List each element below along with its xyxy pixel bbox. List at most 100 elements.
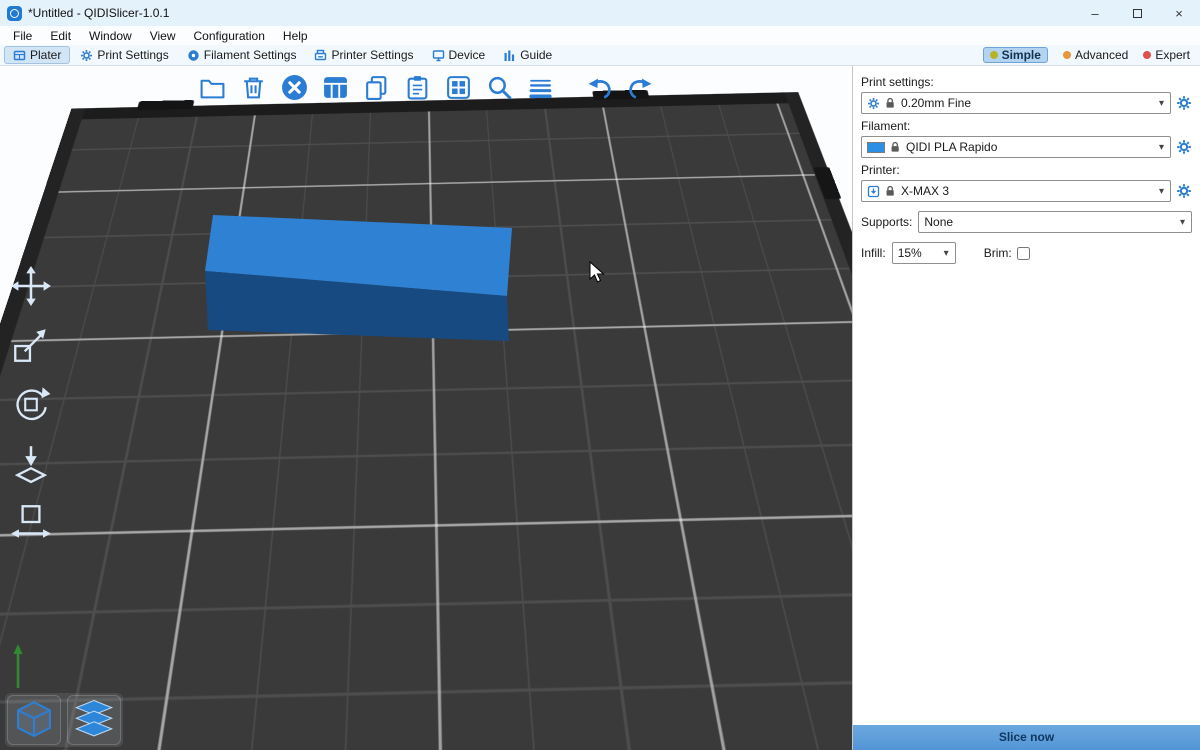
- printer-icon: [867, 185, 880, 198]
- scale-tool-button[interactable]: [8, 323, 54, 367]
- arrange-button[interactable]: [318, 70, 352, 104]
- chevron-down-icon: ▾: [1159, 186, 1166, 197]
- view-3d-icon: [11, 698, 57, 742]
- delete-all-button[interactable]: [277, 70, 311, 104]
- printer-combo[interactable]: X-MAX 3 ▾: [861, 180, 1171, 202]
- place-on-face-tool-button[interactable]: [8, 441, 54, 485]
- print-settings-combo[interactable]: 0.20mm Fine ▾: [861, 92, 1171, 114]
- menu-configuration[interactable]: Configuration: [185, 29, 274, 43]
- mode-selector: Simple Advanced Expert: [983, 47, 1200, 63]
- mode-label: Expert: [1155, 48, 1190, 62]
- maximize-button[interactable]: [1116, 0, 1158, 26]
- view-layers-icon: [71, 698, 117, 742]
- layer-height-button[interactable]: [523, 70, 557, 104]
- copy-button[interactable]: [359, 70, 393, 104]
- infill-combo[interactable]: 15% ▾: [892, 242, 956, 264]
- cut-tool-button[interactable]: [8, 500, 54, 544]
- open-folder-icon: [199, 74, 226, 101]
- menu-window[interactable]: Window: [80, 29, 141, 43]
- tab-device[interactable]: Device: [424, 47, 494, 63]
- view-3d-button[interactable]: [7, 695, 61, 745]
- printer-icon: [314, 49, 327, 62]
- bed-wrap: [0, 66, 852, 750]
- gear-icon: [867, 97, 880, 110]
- printer-label: Printer:: [861, 163, 1192, 177]
- supports-label: Supports:: [861, 215, 912, 229]
- scale-tool-icon: [10, 324, 52, 366]
- tab-label: Filament Settings: [204, 48, 297, 62]
- lock-icon: [885, 97, 896, 109]
- open-folder-button[interactable]: [195, 70, 229, 104]
- layer-height-icon: [527, 74, 554, 101]
- top-toolbar: [195, 70, 657, 104]
- bed-rim-right: [784, 92, 852, 750]
- mode-label: Simple: [1002, 48, 1041, 62]
- printer-gear-button[interactable]: [1176, 183, 1192, 199]
- chevron-down-icon: ▾: [1180, 217, 1187, 228]
- expert-dot-icon: [1143, 51, 1151, 59]
- print-settings-label: Print settings:: [861, 75, 1192, 89]
- filament-spool-icon: [187, 49, 200, 62]
- delete-button[interactable]: [236, 70, 270, 104]
- print-settings-gear-button[interactable]: [1176, 95, 1192, 111]
- print-bed: [0, 102, 852, 750]
- mode-label: Advanced: [1075, 48, 1128, 62]
- cut-tool-icon: [10, 501, 52, 543]
- delete-all-icon: [281, 74, 308, 101]
- rotate-tool-button[interactable]: [8, 382, 54, 426]
- tab-printer-settings[interactable]: Printer Settings: [306, 47, 421, 63]
- settings-sidebar: Print settings: 0.20mm Fine ▾ Filament: …: [852, 66, 1200, 750]
- brim-label: Brim:: [984, 246, 1012, 260]
- mode-expert[interactable]: Expert: [1143, 48, 1190, 62]
- search-icon: [486, 74, 513, 101]
- menu-view[interactable]: View: [141, 29, 185, 43]
- mode-simple[interactable]: Simple: [983, 47, 1048, 63]
- filament-combo[interactable]: QIDI PLA Rapido ▾: [861, 136, 1171, 158]
- gizmo-toolbar: [8, 264, 54, 544]
- chevron-down-icon: ▾: [944, 248, 951, 259]
- guide-bars-icon: [503, 49, 516, 62]
- undo-icon: [586, 74, 613, 101]
- chevron-down-icon: ▾: [1159, 142, 1166, 153]
- supports-value: None: [924, 215, 953, 229]
- gear-icon: [80, 49, 93, 62]
- view-layers-button[interactable]: [67, 695, 121, 745]
- place-on-face-tool-icon: [10, 442, 52, 484]
- tab-label: Device: [449, 48, 486, 62]
- lock-icon: [885, 185, 896, 197]
- filament-gear-button[interactable]: [1176, 139, 1192, 155]
- lock-icon: [890, 141, 901, 153]
- chevron-down-icon: ▾: [1159, 98, 1166, 109]
- fill-bed-icon: [445, 74, 472, 101]
- plater-icon: [13, 49, 26, 62]
- menu-file[interactable]: File: [4, 29, 41, 43]
- infill-value: 15%: [898, 246, 922, 260]
- supports-combo[interactable]: None ▾: [918, 211, 1192, 233]
- tab-label: Plater: [30, 48, 61, 62]
- slice-now-button[interactable]: Slice now: [853, 725, 1200, 750]
- brim-checkbox[interactable]: [1017, 247, 1030, 260]
- menu-edit[interactable]: Edit: [41, 29, 80, 43]
- viewport-3d[interactable]: [0, 66, 852, 750]
- undo-button[interactable]: [582, 70, 616, 104]
- paste-icon: [404, 74, 431, 101]
- close-button[interactable]: ×: [1158, 0, 1200, 26]
- menu-help[interactable]: Help: [274, 29, 317, 43]
- tab-label: Print Settings: [97, 48, 168, 62]
- advanced-dot-icon: [1063, 51, 1071, 59]
- tab-plater[interactable]: Plater: [4, 46, 70, 64]
- tab-filament-settings[interactable]: Filament Settings: [179, 47, 305, 63]
- fill-bed-button[interactable]: [441, 70, 475, 104]
- print-settings-value: 0.20mm Fine: [901, 96, 971, 110]
- search-button[interactable]: [482, 70, 516, 104]
- redo-icon: [627, 74, 654, 101]
- tab-print-settings[interactable]: Print Settings: [72, 47, 176, 63]
- delete-icon: [240, 74, 267, 101]
- redo-button[interactable]: [623, 70, 657, 104]
- minimize-button[interactable]: –: [1074, 0, 1116, 26]
- move-tool-button[interactable]: [8, 264, 54, 308]
- tab-label: Printer Settings: [331, 48, 413, 62]
- mode-advanced[interactable]: Advanced: [1063, 48, 1128, 62]
- tab-guide[interactable]: Guide: [495, 47, 560, 63]
- paste-button[interactable]: [400, 70, 434, 104]
